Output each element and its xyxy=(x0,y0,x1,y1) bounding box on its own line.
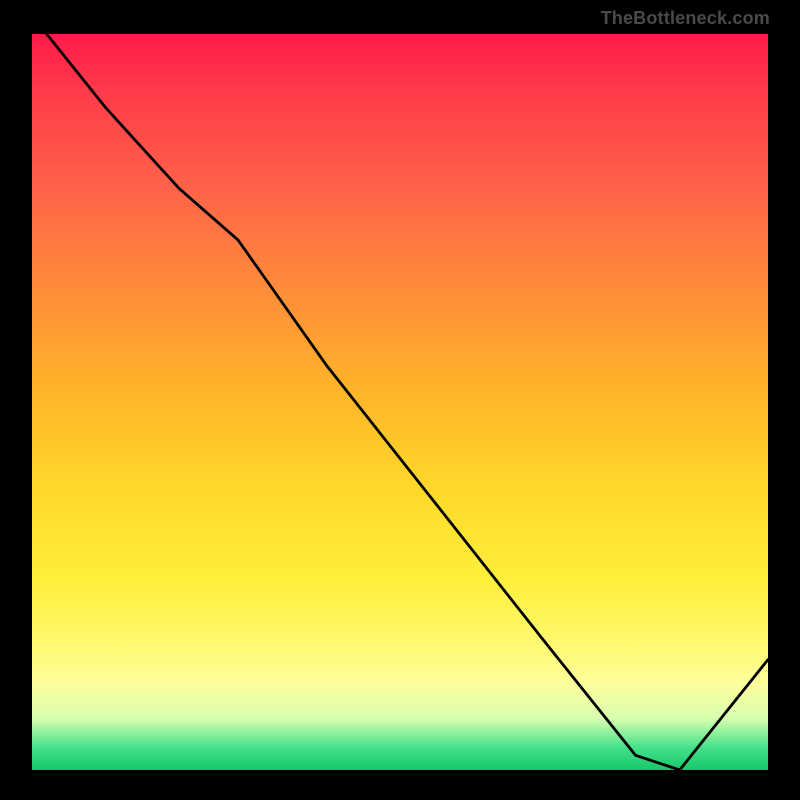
attribution-label: TheBottleneck.com xyxy=(601,8,770,29)
chart-line xyxy=(32,34,768,770)
chart-frame xyxy=(28,30,772,774)
chart-plot-area xyxy=(32,34,768,770)
